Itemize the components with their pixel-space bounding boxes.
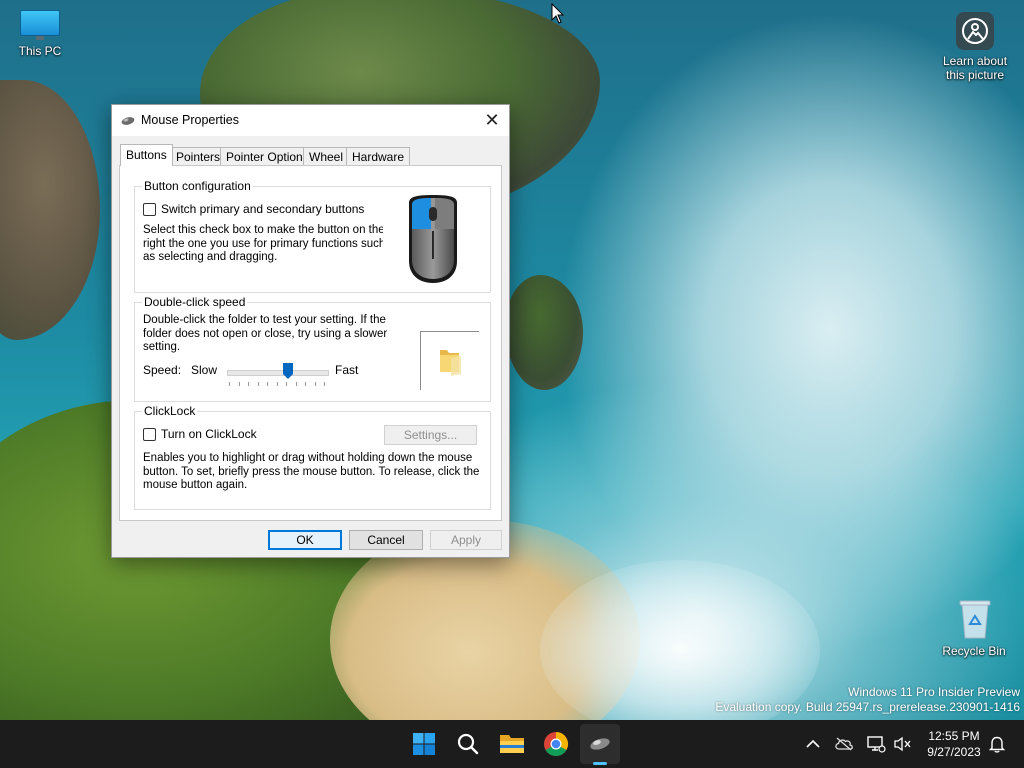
mouse-pointer-icon [551,2,565,30]
desktop-icon-recycle-bin[interactable]: Recycle Bin [934,598,1014,658]
tab-hardware[interactable]: Hardware [346,147,411,165]
watermark-line2: Evaluation copy. Build 25947.rs_prerelea… [715,700,1020,714]
mouse-properties-icon [590,738,610,750]
double-click-speed-group: Double-click speed Double-click the fold… [134,295,491,402]
desktop-icon-label: This PC [18,44,62,58]
apply-button[interactable]: Apply [430,530,502,550]
mouse-illustration-icon [409,195,457,283]
learn-about-picture-icon [956,12,994,50]
file-explorer-icon [500,735,524,753]
double-click-description: Double-click the folder to test your set… [143,314,387,355]
tab-wheel[interactable]: Wheel [303,147,350,165]
clicklock-description: Enables you to highlight or drag without… [143,452,479,493]
close-icon: ✕ [484,110,500,130]
button-config-description: Select this check box to make the button… [143,224,385,265]
desc-line: mouse button again. [143,479,248,491]
clicklock-checkbox[interactable] [143,427,156,441]
start-icon [413,733,435,755]
fast-label: Fast [335,363,359,377]
mouse-properties-taskbar-button[interactable] [580,724,620,764]
desktop-icon-label: Recycle Bin [942,644,1006,658]
tab-pointers[interactable]: Pointers [170,147,227,165]
wallpaper-rock [505,275,583,390]
clicklock-checkbox-row[interactable]: Turn on ClickLock [143,427,257,441]
desc-line: folder does not open or close, try using… [143,327,388,340]
onedrive-tray-button[interactable] [834,734,854,754]
speed-slider-track[interactable] [227,370,329,376]
close-button[interactable]: ✕ [475,105,509,136]
ok-button[interactable]: OK [268,530,342,550]
search-icon [457,733,479,755]
desktop-icon-label-line2: this picture [945,68,1005,82]
clock-time: 12:55 PM [928,729,980,743]
desc-line: button. To set, briefly press the mouse … [143,465,480,478]
desc-line: as selecting and dragging. [143,251,278,263]
desktop-icon-this-pc[interactable]: This PC [0,10,80,58]
build-watermark: Windows 11 Pro Insider Preview Evaluatio… [715,685,1020,715]
speed-slider-ticks [229,382,325,386]
group-title: Button configuration [142,179,253,193]
desktop-icon-learn-about-picture[interactable]: Learn about this picture [934,12,1016,82]
switch-buttons-checkbox-row[interactable]: Switch primary and secondary buttons [143,202,364,216]
button-configuration-group: Button configuration Switch primary and … [134,179,491,293]
show-hidden-icons-button[interactable] [803,734,823,754]
taskbar: 12:55 PM 9/27/2023 [0,720,1024,768]
desc-line: Double-click the folder to test your set… [143,314,386,326]
dialog-titlebar[interactable]: Mouse Properties ✕ [112,105,509,136]
start-button[interactable] [404,724,444,764]
switch-buttons-checkbox[interactable] [143,202,156,216]
desc-line: right the one you use for primary functi… [143,237,386,250]
tab-pointer-options[interactable]: Pointer Options [220,147,315,165]
speed-slider-thumb[interactable] [283,363,294,379]
network-icon [867,736,886,753]
network-tray-button[interactable] [866,734,886,754]
clicklock-group: ClickLock Turn on ClickLock Settings... … [134,404,491,510]
bell-icon [989,736,1005,753]
mouse-illustration [383,189,489,292]
search-button[interactable] [448,724,488,764]
chrome-icon [544,732,569,757]
watermark-line1: Windows 11 Pro Insider Preview [848,685,1020,699]
cloud-offline-icon [835,737,853,751]
dialog-title: Mouse Properties [141,113,239,127]
chevron-up-icon [806,739,820,748]
volume-tray-button[interactable] [892,734,912,754]
wallpaper-cliff-left [0,80,100,340]
computer-icon [20,10,60,40]
cancel-button[interactable]: Cancel [349,530,423,550]
notifications-button[interactable] [987,734,1007,754]
desktop-icon-label-line1: Learn about [942,54,1008,68]
speed-label: Speed: [143,363,182,377]
chrome-button[interactable] [536,724,576,764]
slow-label: Slow [191,363,218,377]
clock-date: 9/27/2023 [927,745,981,759]
group-title: ClickLock [142,404,198,418]
desc-line: Enables you to highlight or drag without… [143,452,473,464]
desc-line: setting. [143,341,181,353]
desc-line: Select this check box to make the button… [143,224,385,236]
file-explorer-button[interactable] [492,724,532,764]
mouse-icon [121,115,135,129]
folder-icon [440,350,461,376]
taskbar-clock[interactable]: 12:55 PM 9/27/2023 [924,728,984,760]
buttons-tab-panel: Button configuration Switch primary and … [119,165,502,521]
active-app-indicator [593,762,607,765]
mouse-properties-dialog: Mouse Properties ✕ Buttons Pointers Poin… [111,104,510,558]
recycle-bin-icon [958,598,991,640]
clicklock-label[interactable]: Turn on ClickLock [161,427,257,441]
volume-muted-icon [894,736,911,752]
tab-buttons[interactable]: Buttons [120,144,173,166]
clicklock-settings-button[interactable]: Settings... [384,425,477,445]
double-click-test-folder[interactable] [420,331,479,390]
switch-buttons-label[interactable]: Switch primary and secondary buttons [161,202,364,216]
group-title: Double-click speed [142,295,248,309]
